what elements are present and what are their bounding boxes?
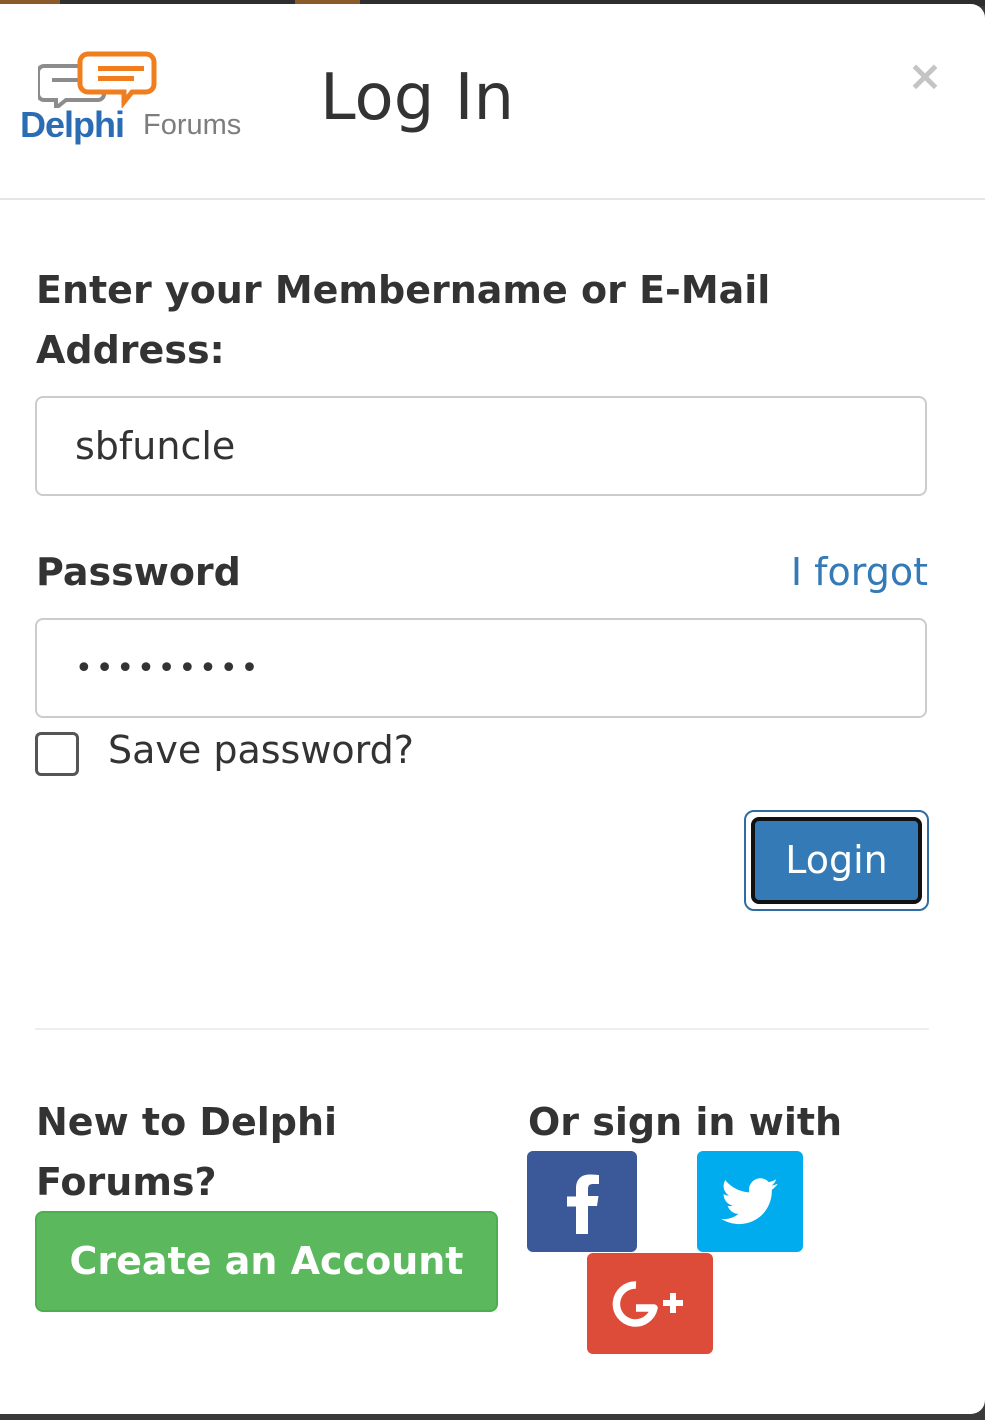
login-modal: Delphi Forums Log In × Enter your Member… (0, 4, 985, 1414)
facebook-signin-button[interactable] (527, 1151, 637, 1252)
logo-word-forums: Forums (143, 109, 242, 141)
section-divider (35, 1028, 929, 1030)
save-password-label[interactable]: Save password? (108, 720, 414, 780)
twitter-signin-button[interactable] (697, 1151, 803, 1252)
social-signin-label: Or sign in with (528, 1100, 843, 1144)
logo-word-delphi: Delphi (20, 104, 125, 145)
twitter-icon (721, 1177, 778, 1224)
modal-header: Delphi Forums Log In × (0, 4, 985, 200)
close-icon: × (907, 51, 943, 100)
username-input[interactable] (35, 396, 927, 496)
delphi-forums-logo: Delphi Forums (18, 48, 248, 148)
google-plus-icon (612, 1280, 683, 1327)
username-label: Enter your Membername or E-Mail Address: (36, 268, 771, 372)
google-plus-signin-button[interactable] (587, 1253, 713, 1354)
password-label: Password (36, 550, 241, 594)
save-password-checkbox[interactable] (35, 732, 79, 776)
facebook-icon (567, 1174, 599, 1234)
create-account-button[interactable]: Create an Account (35, 1211, 498, 1312)
login-button-focus-ring: Login (744, 810, 929, 911)
speech-bubbles-icon (38, 51, 157, 108)
modal-title: Log In (320, 61, 515, 135)
login-button[interactable]: Login (751, 817, 922, 904)
close-button[interactable]: × (903, 52, 947, 100)
new-member-prompt: New to Delphi Forums? (36, 1100, 338, 1204)
forgot-password-link[interactable]: I forgot (791, 542, 928, 602)
password-input[interactable] (35, 618, 927, 718)
